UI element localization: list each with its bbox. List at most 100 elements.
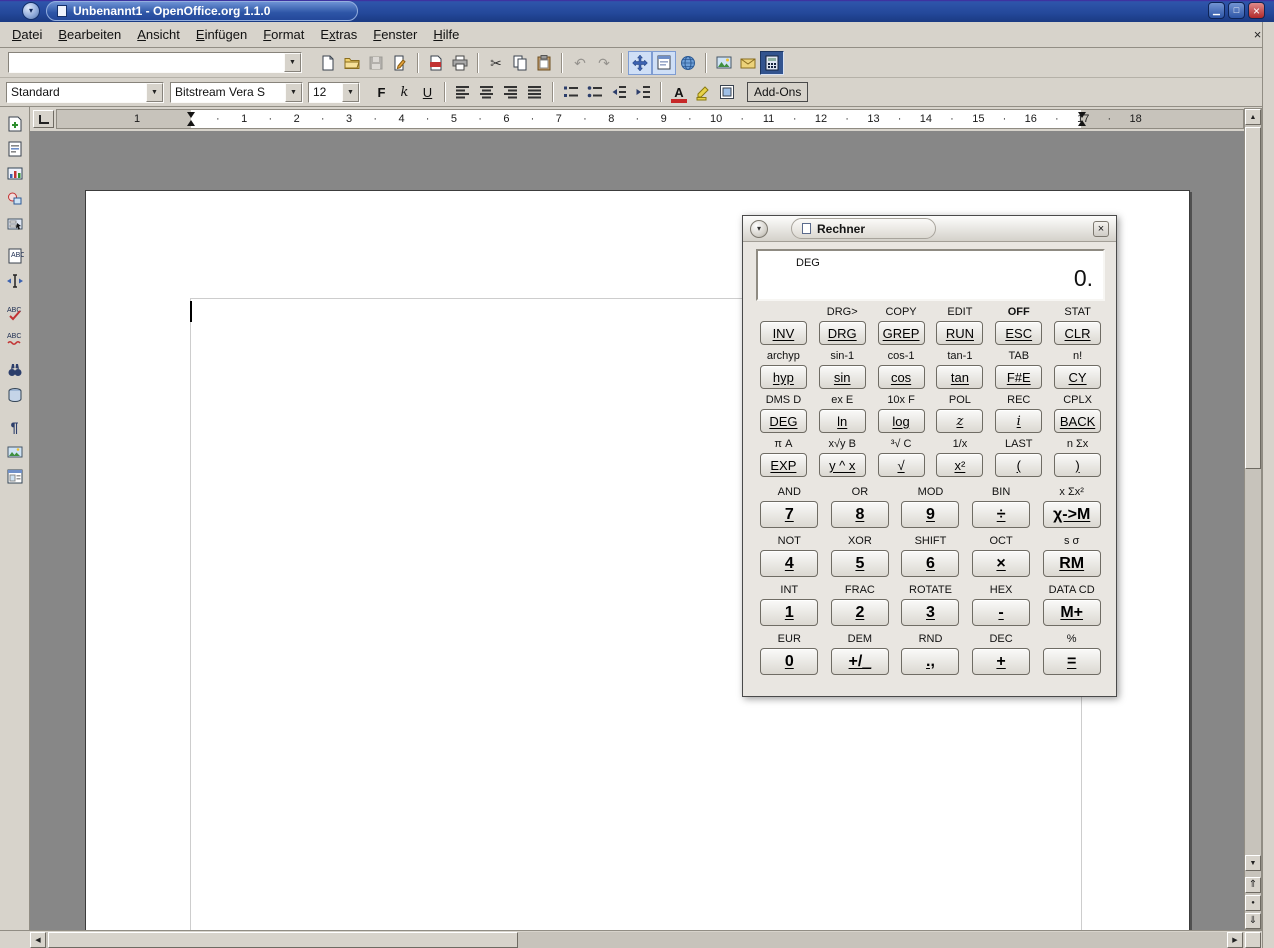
calc-key[interactable]: ln xyxy=(819,409,866,433)
calc-key[interactable]: ( xyxy=(995,453,1042,477)
gallery-button[interactable] xyxy=(712,51,736,75)
menu-item[interactable]: Hilfe xyxy=(425,23,467,47)
calc-key[interactable]: DEG xyxy=(760,409,807,433)
calc-key[interactable]: CY xyxy=(1054,365,1101,389)
font-size-input[interactable] xyxy=(309,83,342,102)
addons-button[interactable]: Add-Ons xyxy=(747,82,808,102)
url-input[interactable] xyxy=(9,53,284,72)
calc-key[interactable]: 8 xyxy=(831,501,889,528)
horizontal-ruler[interactable]: 1 123456789101112131415161718 xyxy=(56,109,1244,129)
calc-key[interactable]: 9 xyxy=(901,501,959,528)
calc-key[interactable]: INV xyxy=(760,321,807,345)
bold-button[interactable]: F xyxy=(370,81,393,103)
font-color-button[interactable]: A xyxy=(667,80,691,104)
numbering-button[interactable] xyxy=(559,80,583,104)
calc-key[interactable]: RM xyxy=(1043,550,1101,577)
menu-item[interactable]: Bearbeiten xyxy=(50,23,129,47)
auto-spellcheck-button[interactable]: ABC xyxy=(3,326,27,350)
font-dropdown-button[interactable]: ▼ xyxy=(285,83,302,102)
calc-key[interactable]: cos xyxy=(878,365,925,389)
calc-key[interactable]: BACK xyxy=(1054,409,1101,433)
find-replace-button[interactable] xyxy=(3,358,27,382)
paste-button[interactable] xyxy=(532,51,556,75)
previous-page-button[interactable]: ⇑ xyxy=(1245,877,1261,893)
window-menu-button[interactable]: ▾ xyxy=(22,2,40,20)
stylist-toggle-button[interactable] xyxy=(652,51,676,75)
navigator-toggle-button[interactable] xyxy=(628,51,652,75)
scroll-left-button[interactable]: ◀ xyxy=(30,932,46,948)
calculator-window-menu-button[interactable]: ▾ xyxy=(750,220,768,238)
calc-key[interactable]: F#E xyxy=(995,365,1042,389)
menu-item[interactable]: Datei xyxy=(4,23,50,47)
menu-item[interactable]: Format xyxy=(255,23,312,47)
spellcheck-button[interactable]: ABC xyxy=(3,301,27,325)
right-indent-marker[interactable] xyxy=(1078,112,1087,127)
decrease-indent-button[interactable] xyxy=(607,80,631,104)
calc-key[interactable]: 7 xyxy=(760,501,818,528)
calc-key[interactable]: EXP xyxy=(760,453,807,477)
cut-button[interactable]: ✂ xyxy=(484,51,508,75)
calc-key[interactable]: 1 xyxy=(760,599,818,626)
style-dropdown-button[interactable]: ▼ xyxy=(146,83,163,102)
horizontal-scroll-thumb[interactable] xyxy=(48,932,518,948)
menu-item[interactable]: Einfügen xyxy=(188,23,255,47)
maximize-button[interactable]: □ xyxy=(1228,2,1245,19)
graphics-on-off-button[interactable] xyxy=(3,440,27,464)
new-document-button[interactable] xyxy=(316,51,340,75)
size-dropdown-button[interactable]: ▼ xyxy=(342,83,359,102)
next-page-button[interactable]: ⇓ xyxy=(1245,913,1261,929)
paragraph-background-button[interactable] xyxy=(715,80,739,104)
align-center-button[interactable] xyxy=(475,80,499,104)
undo-button[interactable]: ↶ xyxy=(568,51,592,75)
mail-document-button[interactable] xyxy=(736,51,760,75)
underline-button[interactable]: U xyxy=(416,81,439,103)
menu-item[interactable]: Extras xyxy=(312,23,365,47)
calc-key[interactable]: χ->M xyxy=(1043,501,1101,528)
insert-object-button[interactable] xyxy=(3,162,27,186)
online-layout-button[interactable] xyxy=(3,465,27,489)
calculator-title-pill[interactable]: Rechner xyxy=(791,218,936,239)
calc-key[interactable]: 2 xyxy=(831,599,889,626)
align-justify-button[interactable] xyxy=(523,80,547,104)
calc-key[interactable]: 5 xyxy=(831,550,889,577)
redo-button[interactable]: ↷ xyxy=(592,51,616,75)
calc-key[interactable]: sin xyxy=(819,365,866,389)
calc-key[interactable]: 6 xyxy=(901,550,959,577)
calc-key[interactable]: + xyxy=(972,648,1030,675)
calc-key[interactable]: = xyxy=(1043,648,1101,675)
direct-cursor-button[interactable] xyxy=(3,269,27,293)
hyperlink-dialog-button[interactable] xyxy=(676,51,700,75)
align-left-button[interactable] xyxy=(451,80,475,104)
tab-type-selector[interactable] xyxy=(33,110,54,128)
insert-fields-button[interactable] xyxy=(3,137,27,161)
font-name-input[interactable] xyxy=(171,83,285,102)
calc-key[interactable]: 0 xyxy=(760,648,818,675)
calc-key[interactable]: - xyxy=(972,599,1030,626)
calc-key[interactable]: y ^ x xyxy=(819,453,866,477)
calc-key[interactable]: 3 xyxy=(901,599,959,626)
edit-file-button[interactable] xyxy=(388,51,412,75)
calc-key[interactable]: DRG xyxy=(819,321,866,345)
calc-key[interactable]: GREP xyxy=(878,321,925,345)
scroll-right-button[interactable]: ▶ xyxy=(1227,932,1243,948)
scroll-up-button[interactable]: ▲ xyxy=(1245,109,1261,125)
data-sources-button[interactable] xyxy=(3,383,27,407)
minimize-button[interactable]: ▁ xyxy=(1208,2,1225,19)
paragraph-style-input[interactable] xyxy=(7,83,146,102)
save-document-button[interactable] xyxy=(364,51,388,75)
calc-key[interactable]: i xyxy=(995,409,1042,433)
calc-key[interactable]: 4 xyxy=(760,550,818,577)
menu-item[interactable]: Fenster xyxy=(365,23,425,47)
export-pdf-button[interactable] xyxy=(424,51,448,75)
calc-key[interactable]: log xyxy=(878,409,925,433)
align-right-button[interactable] xyxy=(499,80,523,104)
left-indent-marker[interactable] xyxy=(187,112,196,127)
calculator-addon-button[interactable] xyxy=(760,51,784,75)
edit-autotext-button[interactable]: ABC xyxy=(3,244,27,268)
window-title-pill[interactable]: Unbenannt1 - OpenOffice.org 1.1.0 xyxy=(46,1,358,21)
vertical-scroll-thumb[interactable] xyxy=(1245,127,1261,469)
open-document-button[interactable] xyxy=(340,51,364,75)
close-button[interactable]: × xyxy=(1248,2,1265,19)
calculator-close-button[interactable]: × xyxy=(1093,221,1109,237)
scroll-down-button[interactable]: ▼ xyxy=(1245,855,1261,871)
